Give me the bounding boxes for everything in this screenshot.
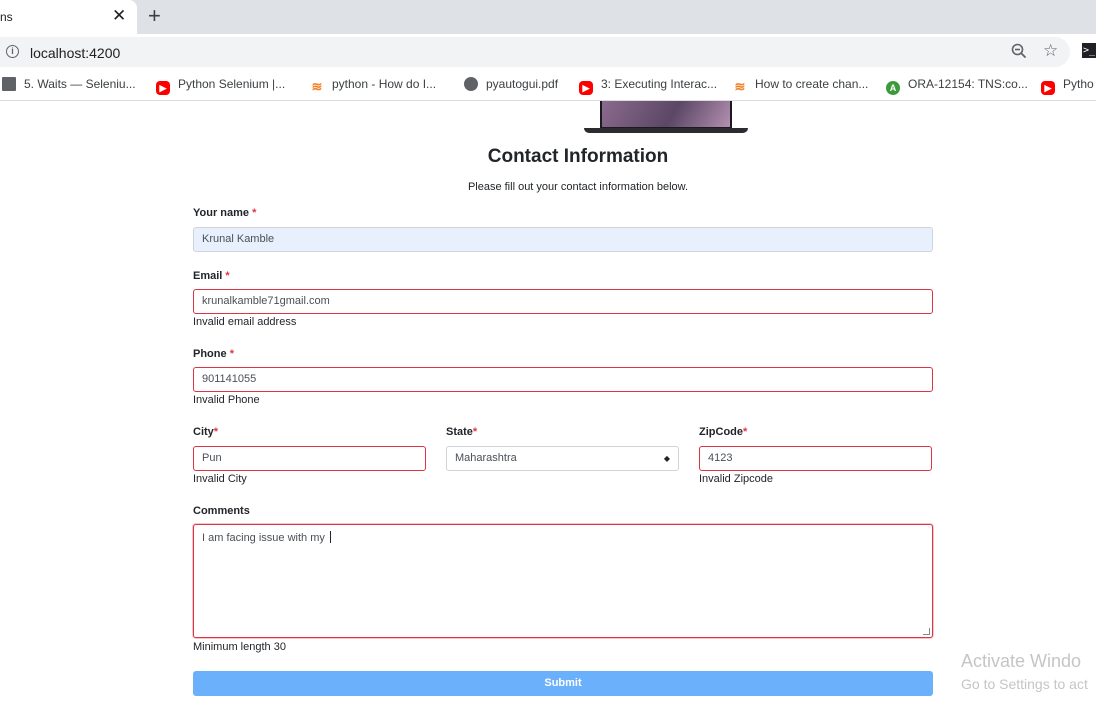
bookmark-item[interactable]: ▶ Pytho [1041,77,1094,95]
tab-close-icon[interactable]: ✕ [112,7,126,25]
name-label: Your name * [193,207,256,219]
zip-label-text: ZipCode [699,426,743,438]
bookmark-label: How to create chan... [755,77,869,91]
resize-handle-icon[interactable] [923,628,930,635]
terminal-extension-icon[interactable]: >_ [1082,43,1096,58]
bookmark-item[interactable]: ▶ 3: Executing Interac... [579,77,717,95]
bookmark-item[interactable]: pyautogui.pdf [464,77,558,91]
city-label-text: City [193,426,214,438]
email-input[interactable]: krunalkamble71gmail.com [193,289,933,314]
laptop-screen [600,101,732,129]
bookmarks-bar: 5. Waits — Seleniu... ▶ Python Selenium |… [0,70,1096,101]
name-input[interactable]: Krunal Kamble [193,227,933,252]
bookmark-item[interactable]: ≋ How to create chan... [733,77,869,94]
stackoverflow-icon: ≋ [311,79,323,94]
phone-label: Phone * [193,348,234,360]
new-tab-icon[interactable]: + [148,4,161,28]
required-mark: * [252,207,257,219]
text-caret [329,531,331,543]
comments-textarea[interactable]: I am facing issue with my [193,524,933,638]
activation-watermark-subtitle: Go to Settings to act [961,676,1088,692]
youtube-icon: ▶ [579,81,593,95]
bookmark-item[interactable]: ≋ python - How do I... [310,77,437,94]
tab-strip: ns ✕ + [0,0,1096,34]
comments-label: Comments [193,505,250,517]
laptop-image [584,101,748,134]
city-error: Invalid City [193,473,247,485]
youtube-icon: ▶ [156,81,170,95]
name-label-text: Your name [193,207,250,219]
laptop-base [584,128,748,133]
page-title: Contact Information [487,146,669,167]
email-label: Email * [193,270,230,282]
required-mark: * [225,270,230,282]
email-label-text: Email [193,270,223,282]
state-label-text: State [446,426,473,438]
bookmark-label: ORA-12154: TNS:co... [908,77,1028,91]
tab-title: ns [0,10,13,24]
bookmark-label: 5. Waits — Seleniu... [24,77,136,91]
state-select[interactable]: Maharashtra ◆ [446,446,679,471]
doc-grid-icon [2,77,16,91]
city-input[interactable]: Pun [193,446,426,471]
browser-toolbar: i localhost:4200 ☆ >_ [0,34,1096,70]
required-mark: * [743,426,748,438]
angular-icon: A [886,81,900,95]
address-bar[interactable]: i localhost:4200 ☆ [0,37,1070,67]
url-text[interactable]: localhost:4200 [30,45,120,61]
state-selected-value: Maharashtra [455,452,517,464]
comments-error: Minimum length 30 [193,641,286,653]
phone-label-text: Phone [193,348,227,360]
bookmark-item[interactable]: 5. Waits — Seleniu... [2,77,136,91]
bookmark-label: Python Selenium |... [178,77,286,91]
select-arrows-icon: ◆ [663,454,670,463]
phone-error: Invalid Phone [193,394,260,406]
required-mark: * [229,348,234,360]
bookmark-label: pyautogui.pdf [486,77,559,91]
zip-input[interactable]: 4123 [699,446,932,471]
bookmark-label: 3: Executing Interac... [601,77,718,91]
bookmark-star-icon[interactable]: ☆ [1043,42,1058,60]
city-label: City* [193,426,218,438]
bookmark-item[interactable]: ▶ Python Selenium |... [156,77,285,95]
comments-text: I am facing issue with my [202,532,328,544]
email-error: Invalid email address [193,316,297,328]
bookmark-label: python - How do I... [332,77,437,91]
zip-error: Invalid Zipcode [699,473,773,485]
stackoverflow-icon: ≋ [734,79,746,94]
zoom-icon[interactable] [1011,43,1027,59]
site-info-icon[interactable]: i [6,45,19,58]
youtube-icon: ▶ [1041,81,1055,95]
page-subtitle: Please fill out your contact information… [467,181,689,193]
bookmark-label: Pytho [1063,77,1094,91]
submit-button[interactable]: Submit [193,671,933,696]
bookmark-item[interactable]: A ORA-12154: TNS:co... [886,77,1028,95]
active-tab[interactable]: ns ✕ [0,0,137,34]
required-mark: * [472,426,478,438]
globe-icon [464,77,478,91]
required-mark: * [213,426,219,438]
state-label: State* [446,426,477,438]
phone-input[interactable]: 901141055 [193,367,933,392]
zip-label: ZipCode* [699,426,747,438]
activation-watermark-title: Activate Windo [961,651,1082,671]
